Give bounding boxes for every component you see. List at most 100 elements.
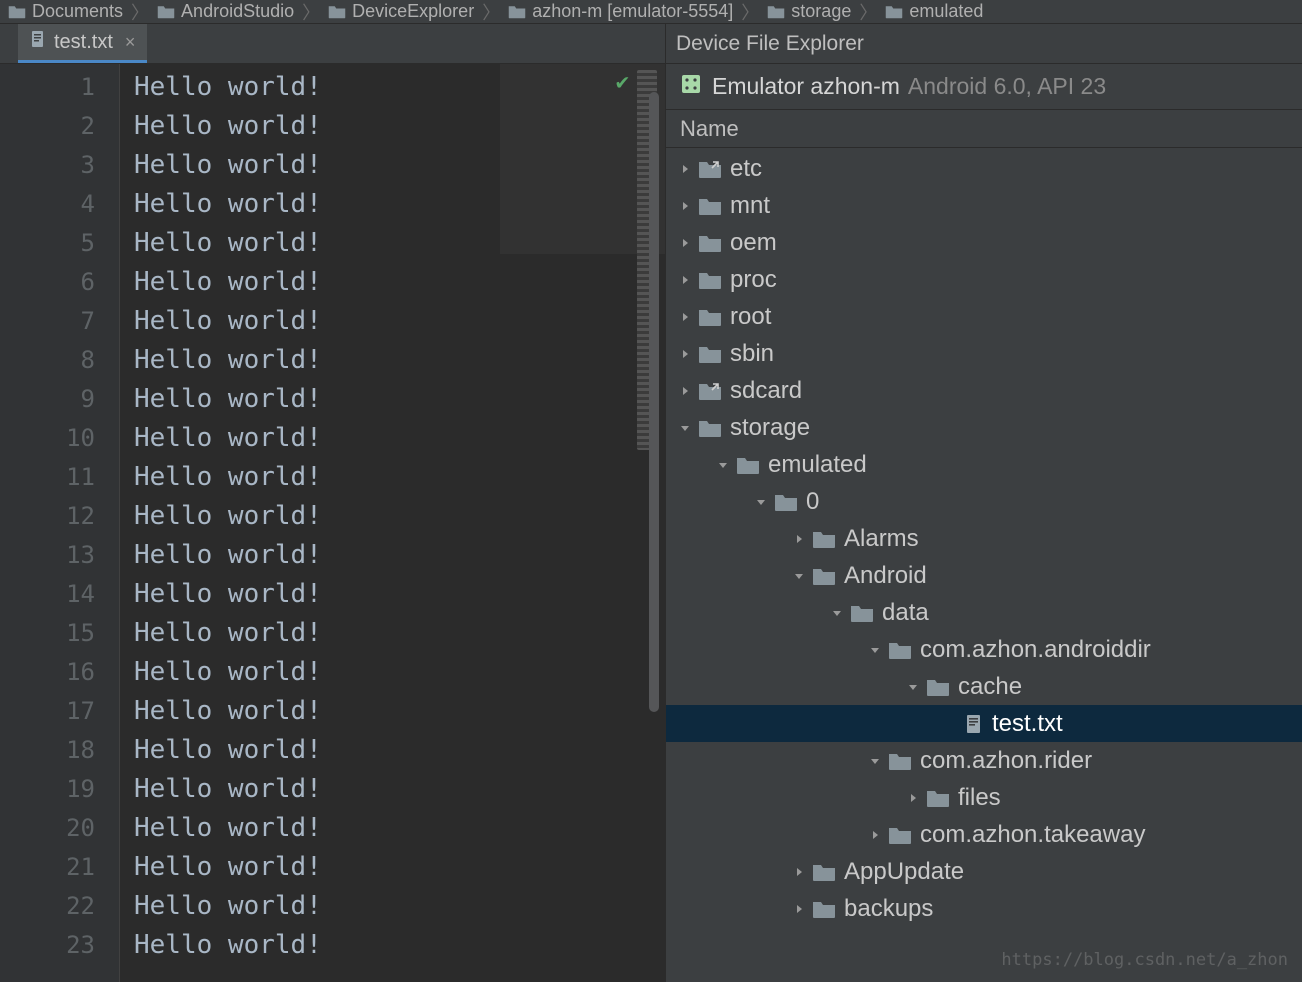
- tree-label: com.azhon.rider: [920, 747, 1092, 775]
- tree-folder[interactable]: oem: [666, 224, 1302, 261]
- tree-folder[interactable]: cache: [666, 668, 1302, 705]
- tree-label: proc: [730, 266, 777, 294]
- code-line[interactable]: Hello world!: [120, 341, 665, 380]
- tree-label: AppUpdate: [844, 858, 964, 886]
- tree-file[interactable]: test.txt: [666, 705, 1302, 742]
- breadcrumb-item[interactable]: DeviceExplorer: [328, 1, 474, 22]
- code-line[interactable]: Hello world!: [120, 497, 665, 536]
- scrollbar-vertical[interactable]: [649, 64, 665, 982]
- tree-folder[interactable]: data: [666, 594, 1302, 631]
- file-tree[interactable]: etcmntoem proc rootsbinsdcard storage emulat…: [666, 148, 1302, 982]
- code-line[interactable]: Hello world!: [120, 380, 665, 419]
- tree-arrow-icon[interactable]: [904, 792, 922, 804]
- tree-arrow-icon[interactable]: [866, 755, 884, 767]
- tree-arrow-icon[interactable]: [676, 422, 694, 434]
- tree-arrow-icon[interactable]: [866, 644, 884, 656]
- tree-folder[interactable]: backups: [666, 890, 1302, 927]
- code-line[interactable]: Hello world!: [120, 185, 665, 224]
- breadcrumb-item[interactable]: emulated: [885, 1, 983, 22]
- breadcrumb-item[interactable]: Documents: [8, 1, 123, 22]
- code-line[interactable]: Hello world!: [120, 68, 665, 107]
- tree-folder[interactable]: Alarms: [666, 520, 1302, 557]
- folder-icon: [698, 418, 722, 438]
- tab-bar: test.txt ×: [0, 24, 665, 64]
- close-icon[interactable]: ×: [125, 32, 136, 53]
- code-line[interactable]: Hello world!: [120, 926, 665, 965]
- tree-folder[interactable]: emulated: [666, 446, 1302, 483]
- chevron-right-icon: 〉: [859, 0, 877, 24]
- tree-arrow-icon[interactable]: [866, 829, 884, 841]
- tree-arrow-icon[interactable]: [904, 681, 922, 693]
- line-number: 14: [0, 575, 119, 614]
- tree-arrow-icon[interactable]: [714, 459, 732, 471]
- breadcrumb-item[interactable]: azhon-m [emulator-5554]: [508, 1, 733, 22]
- tree-folder[interactable]: com.azhon.androiddir: [666, 631, 1302, 668]
- tree-label: cache: [958, 673, 1022, 701]
- folder-icon: [698, 344, 722, 364]
- folder-icon: [698, 233, 722, 253]
- code-line[interactable]: Hello world!: [120, 419, 665, 458]
- line-number: 17: [0, 692, 119, 731]
- line-number: 1: [0, 68, 119, 107]
- code-line[interactable]: Hello world!: [120, 887, 665, 926]
- code-line[interactable]: Hello world!: [120, 263, 665, 302]
- tree-label: files: [958, 784, 1001, 812]
- code-editor[interactable]: 1234567891011121314151617181920212223 ✔ …: [0, 64, 665, 982]
- tree-arrow-icon[interactable]: [790, 903, 808, 915]
- tree-arrow-icon[interactable]: [790, 570, 808, 582]
- code-line[interactable]: Hello world!: [120, 653, 665, 692]
- code-line[interactable]: Hello world!: [120, 809, 665, 848]
- tree-arrow-icon[interactable]: [676, 200, 694, 212]
- tree-arrow-icon[interactable]: [676, 385, 694, 397]
- tree-folder[interactable]: 0: [666, 483, 1302, 520]
- tree-label: data: [882, 599, 929, 627]
- code-line[interactable]: Hello world!: [120, 575, 665, 614]
- code-line[interactable]: Hello world!: [120, 458, 665, 497]
- tree-arrow-icon[interactable]: [676, 348, 694, 360]
- tree-folder[interactable]: storage: [666, 409, 1302, 446]
- tree-folder[interactable]: files: [666, 779, 1302, 816]
- scroll-thumb[interactable]: [649, 92, 659, 712]
- breadcrumb-item[interactable]: AndroidStudio: [157, 1, 294, 22]
- tree-arrow-icon[interactable]: [676, 163, 694, 175]
- tree-label: storage: [730, 414, 810, 442]
- code-line[interactable]: Hello world!: [120, 536, 665, 575]
- chevron-right-icon: 〉: [302, 0, 320, 24]
- tree-arrow-icon[interactable]: [790, 866, 808, 878]
- chevron-right-icon: 〉: [131, 0, 149, 24]
- tree-folder[interactable]: mnt: [666, 187, 1302, 224]
- tree-folder[interactable]: com.azhon.takeaway: [666, 816, 1302, 853]
- tree-folder[interactable]: sbin: [666, 335, 1302, 372]
- code-line[interactable]: Hello world!: [120, 302, 665, 341]
- tree-folder[interactable]: AppUpdate: [666, 853, 1302, 890]
- tree-arrow-icon[interactable]: [790, 533, 808, 545]
- code-line[interactable]: Hello world!: [120, 731, 665, 770]
- tree-folder[interactable]: com.azhon.rider: [666, 742, 1302, 779]
- tree-arrow-icon[interactable]: [752, 496, 770, 508]
- tree-folder[interactable]: sdcard: [666, 372, 1302, 409]
- code-line[interactable]: Hello world!: [120, 770, 665, 809]
- tree-folder[interactable]: proc: [666, 261, 1302, 298]
- code-line[interactable]: Hello world!: [120, 614, 665, 653]
- line-number: 22: [0, 887, 119, 926]
- tree-arrow-icon[interactable]: [828, 607, 846, 619]
- code-line[interactable]: Hello world!: [120, 848, 665, 887]
- line-number: 5: [0, 224, 119, 263]
- column-header-name[interactable]: Name: [666, 110, 1302, 148]
- code-line[interactable]: Hello world!: [120, 107, 665, 146]
- code-area[interactable]: ✔ Hello world!Hello world!Hello world!He…: [120, 64, 665, 982]
- code-line[interactable]: Hello world!: [120, 692, 665, 731]
- tree-folder[interactable]: root: [666, 298, 1302, 335]
- code-line[interactable]: Hello world!: [120, 224, 665, 263]
- device-selector[interactable]: Emulator azhon-m Android 6.0, API 23: [666, 64, 1302, 110]
- tree-folder[interactable]: Android: [666, 557, 1302, 594]
- folder-icon: [698, 307, 722, 327]
- tree-arrow-icon[interactable]: [676, 237, 694, 249]
- file-icon: [30, 30, 46, 54]
- code-line[interactable]: Hello world!: [120, 146, 665, 185]
- tab-test-txt[interactable]: test.txt ×: [18, 24, 147, 63]
- breadcrumb-item[interactable]: storage: [767, 1, 851, 22]
- tree-folder[interactable]: etc: [666, 150, 1302, 187]
- tree-arrow-icon[interactable]: [676, 274, 694, 286]
- tree-arrow-icon[interactable]: [676, 311, 694, 323]
